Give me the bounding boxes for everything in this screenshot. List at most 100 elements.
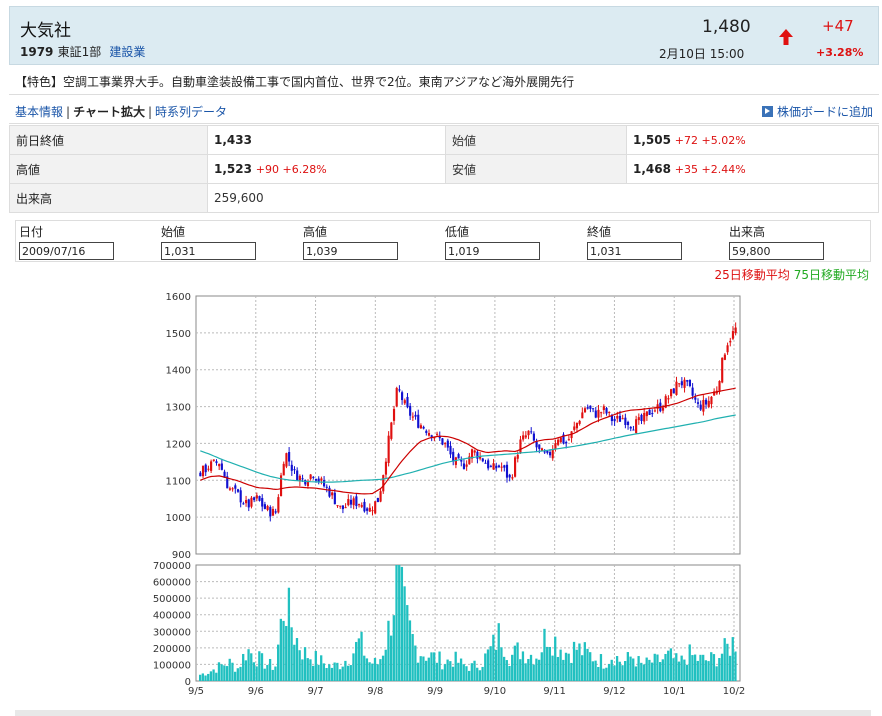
volume-bar [365,658,369,681]
candle-body [441,438,444,445]
volume-bar [336,662,339,681]
volume-bar [494,649,498,681]
volume-bar [285,626,288,681]
candle-body [678,383,681,385]
volume-bar [554,636,557,681]
candle-body [704,399,708,405]
volume-bar [454,651,457,681]
candle-body [492,463,495,470]
volume-bar [664,653,667,681]
candle-body [228,488,232,490]
candle-body [551,449,554,459]
price-tick-label: 1400 [166,366,191,377]
volume-bar [255,666,258,681]
volume-bar [330,667,334,681]
candle-body [731,331,735,339]
volume-bar [618,661,621,681]
volume-tick-label: 700000 [153,561,191,572]
candle-body [726,345,729,353]
volume-bar [225,666,229,681]
candle-body [723,354,726,360]
volume-bar [389,635,393,681]
volume-bar [258,651,261,681]
volume-bar [322,663,326,681]
candle-body [484,462,487,464]
volume-bar [384,649,387,681]
candle-body [234,485,237,489]
candle-body [398,389,401,391]
volume-bar [519,659,522,681]
x-tick-label: 9/9 [427,686,443,697]
candle-body [207,468,210,470]
volume-bar [392,615,395,681]
volume-bar [667,650,670,681]
candle-body [382,475,385,492]
volume-bar [333,662,336,681]
volume-bar [497,623,500,681]
volume-bar [513,645,517,681]
volume-bar [228,658,231,681]
volume-bar [594,660,597,681]
volume-bar [699,654,702,681]
candle-body [352,498,355,506]
volume-bar [449,661,452,681]
candle-body [653,410,657,412]
volume-bar [669,648,673,681]
candle-body [594,410,597,418]
candle-body [586,407,589,409]
volume-bar [661,659,664,681]
volume-tick-label: 500000 [153,594,191,605]
volume-bar [675,653,678,681]
volume-bar [422,656,425,681]
volume-bar [250,653,253,681]
volume-bar [505,660,508,681]
volume-bar [726,643,729,681]
volume-bar [702,654,705,681]
stock-chart[interactable]: 9001000110012001300140015001600010000020… [3,0,879,716]
volume-bar [317,664,320,681]
volume-bar [551,655,554,681]
price-panel [195,295,741,555]
candle-body [729,340,732,343]
candle-body [473,450,476,453]
volume-bar [263,668,266,681]
candle-body [452,451,455,462]
candle-body [376,497,379,503]
volume-bar [381,655,385,681]
volume-bar [470,663,473,681]
volume-bar [435,662,439,681]
x-tick-label: 9/6 [248,686,264,697]
candle-body [621,418,624,420]
volume-bar [484,653,487,681]
candle-body [675,381,678,395]
volume-bar [371,663,374,681]
candle-body [331,492,334,496]
volume-bar [632,658,635,681]
candle-body [532,433,535,441]
candle-body [341,505,344,510]
candle-body [559,437,562,443]
volume-bar [287,587,291,681]
volume-bar [691,655,694,681]
volume-bar [309,659,312,681]
candle-body [567,439,570,441]
volume-bar [489,646,492,681]
volume-bar [562,659,565,681]
volume-bar [209,671,213,681]
volume-bar [476,667,479,681]
price-tick-label: 1500 [166,329,191,340]
candle-body [355,496,358,507]
volume-bar [607,663,611,681]
candle-body [414,414,417,417]
candle-body [573,426,576,430]
candle-body [210,461,213,471]
candle-body [688,379,692,387]
candle-body [333,492,336,505]
candle-body [363,501,366,512]
volume-bar [406,605,409,681]
candle-body [288,452,291,462]
volume-bar [508,666,511,681]
volume-tick-label: 100000 [153,660,191,671]
candle-body [220,463,223,470]
candle-body [543,451,546,453]
